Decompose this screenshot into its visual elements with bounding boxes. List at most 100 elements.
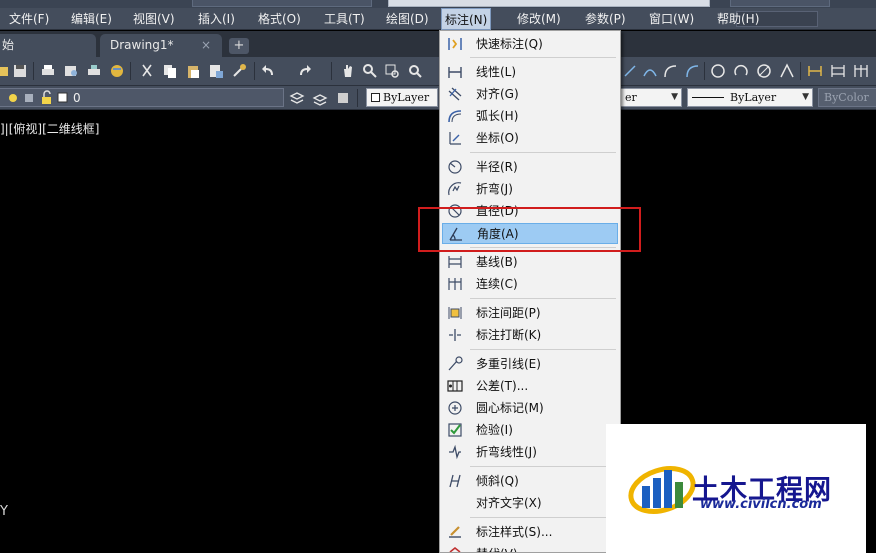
menu-item-label: 连续(C) <box>476 277 518 291</box>
menu-item-radius[interactable]: 半径(R) <box>442 157 618 178</box>
zoom-previous-icon[interactable] <box>407 63 423 79</box>
menu-item-dimension-style[interactable]: 标注样式(S)... <box>442 522 618 543</box>
paste-icon[interactable] <box>185 63 201 79</box>
publish-icon[interactable] <box>86 63 102 79</box>
menu-format[interactable]: 格式(O) <box>255 8 304 30</box>
menu-insert[interactable]: 插入(I) <box>195 8 238 30</box>
menu-item-continue[interactable]: 连续(C) <box>442 274 618 295</box>
menu-item-baseline[interactable]: 基线(B) <box>442 252 618 273</box>
linetype-control-value: er <box>625 91 637 104</box>
layer-states-icon[interactable] <box>335 90 351 106</box>
menu-item-label: 替代(V) <box>476 544 518 552</box>
autocad-window: 文件(F) 编辑(E) 视图(V) 插入(I) 格式(O) 工具(T) 绘图(D… <box>0 0 876 553</box>
baseline-tool-icon[interactable] <box>830 63 846 79</box>
circle-tool-icon[interactable] <box>710 63 726 79</box>
diameter-tool-icon[interactable] <box>756 63 772 79</box>
aligned-dim-tool-icon[interactable] <box>622 63 638 79</box>
radius-tool-icon[interactable] <box>684 63 700 79</box>
redo-icon[interactable] <box>296 63 312 79</box>
color-control-value: ByLayer <box>383 91 430 104</box>
menu-item-override[interactable]: 替代(V) <box>442 544 618 552</box>
menu-item-quick-dimension[interactable]: 快速标注(Q) <box>442 34 618 55</box>
menu-help[interactable]: 帮助(H) <box>714 8 762 30</box>
quick-dim-tool-icon[interactable] <box>807 63 823 79</box>
dimension-space-icon <box>448 307 462 319</box>
menu-item-dimension-break[interactable]: 标注打断(K) <box>442 325 618 346</box>
tab-drawing1-label: Drawing1* <box>110 38 174 52</box>
menu-item-aligned[interactable]: 对齐(G) <box>442 84 618 105</box>
menu-item-label: 公差(T)... <box>476 379 529 393</box>
new-tab-button[interactable]: + <box>229 38 249 54</box>
linear-dimension-icon <box>448 67 462 78</box>
undo-icon[interactable] <box>261 63 277 79</box>
menu-item-jogged[interactable]: 折弯(J) <box>442 179 618 200</box>
menu-item-ordinate[interactable]: 坐标(O) <box>442 128 618 149</box>
lineweight-control-value: ByLayer <box>730 91 777 104</box>
linetype-control[interactable]: er ▼ <box>620 88 682 107</box>
menu-item-label: 多重引线(E) <box>476 357 541 371</box>
menu-item-linear[interactable]: 线性(L) <box>442 62 618 83</box>
lineweight-control[interactable]: ByLayer ▼ <box>687 88 813 107</box>
menu-draw[interactable]: 绘图(D) <box>383 8 432 30</box>
menu-item-multileader[interactable]: 多重引线(E) <box>442 354 618 375</box>
menu-item-label: 折弯(J) <box>476 182 513 196</box>
menu-separator <box>470 152 616 153</box>
save-icon[interactable] <box>12 63 28 79</box>
menu-edit[interactable]: 编辑(E) <box>68 8 115 30</box>
menu-parametric[interactable]: 参数(P) <box>582 8 629 30</box>
plot-preview-icon[interactable] <box>63 63 79 79</box>
menu-item-dimension-space[interactable]: 标注间距(P) <box>442 303 618 324</box>
zoom-realtime-icon[interactable] <box>362 63 378 79</box>
menu-item-oblique[interactable]: 倾斜(Q) <box>442 471 618 492</box>
zoom-window-icon[interactable] <box>384 63 400 79</box>
menu-item-label: 半径(R) <box>476 160 518 174</box>
plotstyle-control: ByColor <box>818 88 876 107</box>
cut-icon[interactable] <box>139 63 155 79</box>
menu-tools[interactable]: 工具(T) <box>321 8 368 30</box>
copy-icon[interactable] <box>162 63 178 79</box>
chevron-down-icon: ▼ <box>802 92 809 102</box>
menu-right-area: 帮助(H) <box>717 8 876 30</box>
menu-item-center-mark[interactable]: 圆心标记(M) <box>442 398 618 419</box>
make-current-layer-icon[interactable] <box>289 90 305 106</box>
menu-item-inspection[interactable]: 检验(I) <box>442 420 618 441</box>
menu-modify[interactable]: 修改(M) <box>514 8 564 30</box>
menu-dimension[interactable]: 标注(N) <box>441 8 492 30</box>
color-control[interactable]: ByLayer <box>366 88 438 107</box>
menu-item-tolerance[interactable]: 公差(T)... <box>442 376 618 397</box>
match-properties-icon[interactable] <box>231 63 247 79</box>
menu-item-align-text[interactable]: 对齐文字(X) › <box>442 493 618 514</box>
menu-item-jogged-linear[interactable]: 折弯线性(J) <box>442 442 618 463</box>
ordinate-tool-icon[interactable] <box>662 63 678 79</box>
menu-file[interactable]: 文件(F) <box>6 8 52 30</box>
continue-icon <box>448 278 462 290</box>
tab-drawing1[interactable]: Drawing1* × <box>100 34 222 57</box>
plot-icon[interactable] <box>40 63 56 79</box>
layer-previous-icon[interactable] <box>312 90 328 106</box>
menu-item-label: 对齐(G) <box>476 87 519 101</box>
angular-tool-icon[interactable] <box>779 63 795 79</box>
jogged-tool-icon[interactable] <box>733 63 749 79</box>
toolbar-separator <box>357 89 358 107</box>
paste-block-icon[interactable] <box>208 63 224 79</box>
workspace-selector[interactable] <box>192 0 372 7</box>
viewport-controls[interactable]: ]|[俯视][二维线框] <box>0 120 99 137</box>
continue-tool-icon[interactable] <box>853 63 869 79</box>
layer-control[interactable]: 0 <box>0 88 284 107</box>
open-icon[interactable] <box>0 63 10 79</box>
close-icon[interactable]: × <box>201 34 211 57</box>
menu-window[interactable]: 窗口(W) <box>646 8 697 30</box>
inspection-icon <box>448 423 462 437</box>
civilcn-logo-icon <box>628 466 696 514</box>
layer-name: 0 <box>73 91 81 105</box>
search-box[interactable] <box>730 0 830 7</box>
tab-start[interactable]: 始 <box>0 34 96 57</box>
standard-toolbar <box>0 57 876 86</box>
pan-icon[interactable] <box>340 63 356 79</box>
3d-print-icon[interactable] <box>109 63 125 79</box>
menu-item-arc-length[interactable]: 弧长(H) <box>442 106 618 127</box>
menu-item-label: 快速标注(Q) <box>476 37 543 51</box>
menu-item-label: 坐标(O) <box>476 131 519 145</box>
arc-length-tool-icon[interactable] <box>642 63 658 79</box>
menu-view[interactable]: 视图(V) <box>130 8 178 30</box>
